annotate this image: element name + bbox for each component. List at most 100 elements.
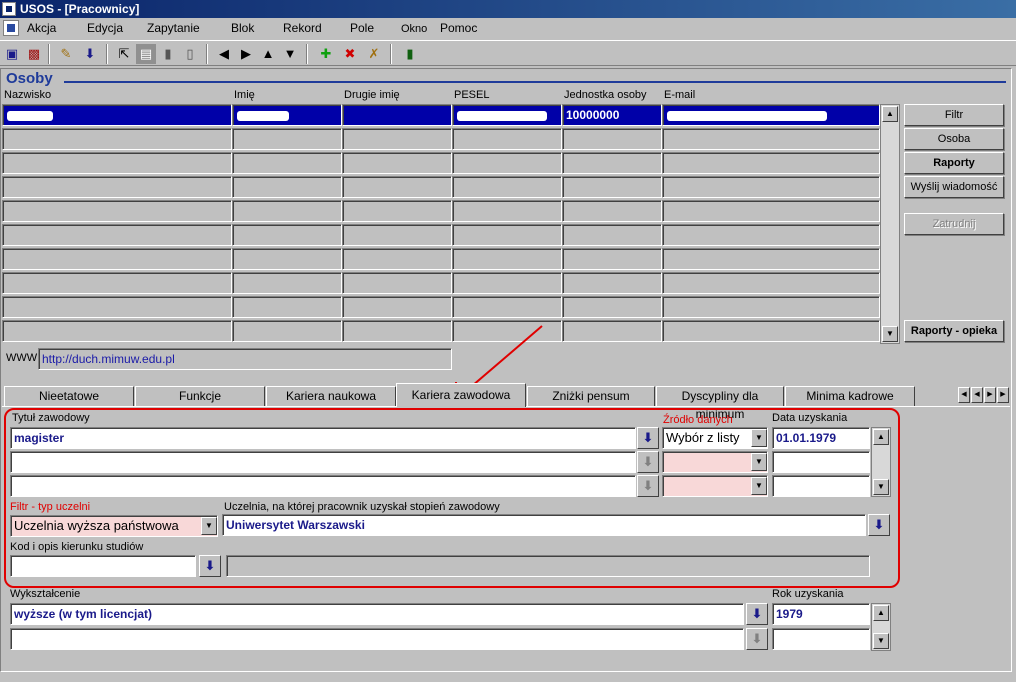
scroll-down-icon[interactable]: ▼ (882, 326, 898, 342)
grid-cell[interactable] (662, 296, 880, 318)
grid-cell[interactable] (662, 176, 880, 198)
grid-cell[interactable] (2, 200, 232, 222)
tab-kariera-zawodowa[interactable]: Kariera zawodowa (396, 383, 526, 407)
grid-cell[interactable] (452, 200, 562, 222)
rok-uzyskania-field-2[interactable] (772, 628, 870, 650)
prev-block-icon[interactable]: ▲ (258, 44, 278, 64)
grid-cell[interactable] (452, 224, 562, 246)
grid-cell[interactable] (232, 176, 342, 198)
grid-cell[interactable] (562, 320, 662, 342)
selected-row-cell[interactable]: 10000000 (562, 104, 662, 126)
tab-last-icon[interactable]: ▶ (997, 387, 1009, 403)
menu-blok[interactable]: Blok (231, 20, 254, 36)
grid-cell[interactable] (562, 152, 662, 174)
tab-funkcje[interactable]: Funkcje (135, 386, 265, 406)
scroll-up-icon[interactable]: ▲ (882, 106, 898, 122)
rok-uzyskania-field[interactable]: 1979 (772, 603, 870, 625)
grid-cell[interactable] (662, 152, 880, 174)
grid-cell[interactable] (562, 296, 662, 318)
grid-cell[interactable] (452, 296, 562, 318)
menu-pole[interactable]: Pole (350, 20, 374, 36)
menu-pomoc[interactable]: Pomoc (440, 20, 477, 36)
selected-row-cell[interactable] (452, 104, 562, 126)
grid-cell[interactable] (2, 128, 232, 150)
grid-cell[interactable] (232, 296, 342, 318)
tab-dyscypliny[interactable]: Dyscypliny dla minimum (656, 386, 784, 421)
save-icon[interactable]: ▣ (2, 44, 22, 64)
grid-cell[interactable] (452, 248, 562, 270)
delete-record-icon[interactable]: ✖ (340, 44, 360, 64)
grid-cell[interactable] (452, 128, 562, 150)
grid-cell[interactable] (232, 224, 342, 246)
tab-prev-icon[interactable]: ◀ (971, 387, 983, 403)
grid-cell[interactable] (662, 128, 880, 150)
menu-edycja[interactable]: Edycja (87, 20, 123, 36)
grid-cell[interactable] (562, 248, 662, 270)
tab-kariera-naukowa[interactable]: Kariera naukowa (266, 386, 396, 406)
grid-cell[interactable] (2, 224, 232, 246)
selected-row-cell[interactable] (2, 104, 232, 126)
grid-cell[interactable] (662, 320, 880, 342)
grid-cell[interactable] (2, 176, 232, 198)
selected-row-cell[interactable] (232, 104, 342, 126)
grid-cell[interactable] (342, 176, 452, 198)
raporty-button[interactable]: Raporty (904, 152, 1004, 174)
grid-cell[interactable] (662, 248, 880, 270)
menu-zapytanie[interactable]: Zapytanie (147, 20, 200, 36)
selected-row-cell[interactable] (662, 104, 880, 126)
send-message-button[interactable]: Wyślij wiadomość (904, 176, 1004, 198)
grid-cell[interactable] (2, 320, 232, 342)
grid-cell[interactable] (452, 176, 562, 198)
grid-cell[interactable] (2, 248, 232, 270)
grid-cell[interactable] (452, 272, 562, 294)
window-menu-icon[interactable] (3, 20, 19, 36)
raporty-opieka-button[interactable]: Raporty - opieka (904, 320, 1004, 342)
wyksztalcenie-scrollbar[interactable]: ▲ ▼ (871, 603, 891, 651)
grid-cell[interactable] (342, 248, 452, 270)
grid-cell[interactable] (562, 272, 662, 294)
grid-cell[interactable] (562, 224, 662, 246)
insert-record-icon[interactable]: ✚ (316, 44, 336, 64)
osoba-button[interactable]: Osoba (904, 128, 1004, 150)
menu-okno[interactable]: Okno (401, 21, 427, 37)
wyksztalcenie-field[interactable]: wyższe (w tym licencjat) (10, 603, 744, 625)
menu-akcja[interactable]: Akcja (27, 20, 56, 36)
grid-cell[interactable] (2, 152, 232, 174)
grid-cell[interactable] (662, 200, 880, 222)
grid-cell[interactable] (342, 320, 452, 342)
zatrudnij-button[interactable]: Zatrudnij (904, 213, 1004, 235)
wyksztalcenie-lov-icon-2[interactable]: ⬇ (746, 628, 768, 650)
tab-next-icon[interactable]: ▶ (984, 387, 996, 403)
grid-cell[interactable] (232, 152, 342, 174)
prev-record-icon[interactable]: ◀ (214, 44, 234, 64)
query-run-icon[interactable]: ▤ (136, 44, 156, 64)
grid-cell[interactable] (232, 272, 342, 294)
wyksz-scroll-up-icon[interactable]: ▲ (873, 605, 889, 621)
download-icon[interactable]: ⬇ (80, 44, 100, 64)
grid-cell[interactable] (232, 128, 342, 150)
grid-cell[interactable] (562, 200, 662, 222)
menu-rekord[interactable]: Rekord (283, 20, 322, 36)
grid-cell[interactable] (342, 200, 452, 222)
selected-row-cell[interactable] (342, 104, 452, 126)
edit-icon[interactable]: ✎ (56, 44, 76, 64)
www-field[interactable]: http://duch.mimuw.edu.pl (38, 348, 452, 370)
grid-cell[interactable] (342, 272, 452, 294)
clear-icon[interactable]: ✗ (364, 44, 384, 64)
wyksztalcenie-field-2[interactable] (10, 628, 744, 650)
grid-cell[interactable] (452, 152, 562, 174)
grid-cell[interactable] (232, 200, 342, 222)
bars-icon[interactable]: ▯ (180, 44, 200, 64)
grid-cell[interactable] (342, 152, 452, 174)
grid-cell[interactable] (662, 224, 880, 246)
tab-nieetatowe[interactable]: Nieetatowe (4, 386, 134, 406)
grid-cell[interactable] (662, 272, 880, 294)
print-icon[interactable]: ▩ (24, 44, 44, 64)
chart-icon[interactable]: ▮ (158, 44, 178, 64)
grid-scrollbar[interactable]: ▲ ▼ (880, 104, 900, 344)
filtr-button[interactable]: Filtr (904, 104, 1004, 126)
grid-cell[interactable] (342, 128, 452, 150)
grid-cell[interactable] (232, 248, 342, 270)
next-block-icon[interactable]: ▼ (280, 44, 300, 64)
grid-cell[interactable] (342, 224, 452, 246)
